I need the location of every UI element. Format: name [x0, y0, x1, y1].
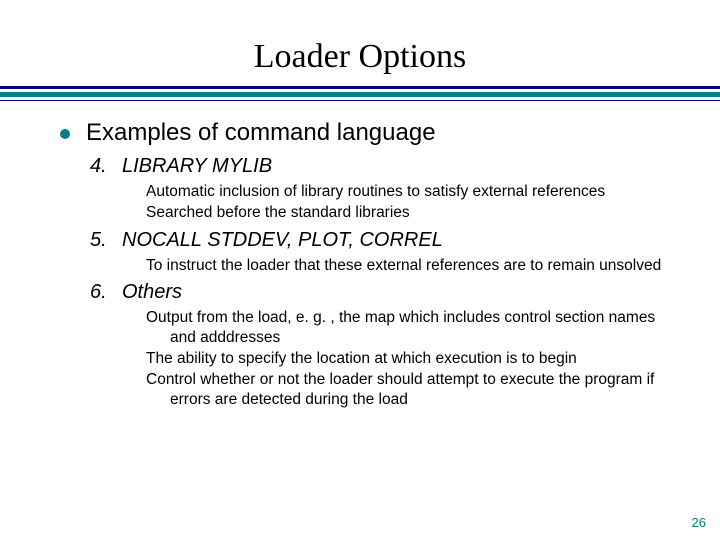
list-item-number: 4. — [90, 155, 112, 178]
list-item-number: 5. — [90, 229, 112, 252]
list-item-heading: 6. Others — [90, 281, 680, 304]
slide-body: Examples of command language 4. LIBRARY … — [0, 101, 720, 409]
divider-line — [0, 92, 720, 97]
bullet-item: Examples of command language — [60, 119, 680, 147]
title-divider — [0, 86, 720, 101]
detail-line: Output from the load, e. g. , the map wh… — [146, 308, 680, 347]
list-item: 6. Others Output from the load, e. g. , … — [90, 281, 680, 409]
bullet-icon — [60, 129, 70, 139]
list-item-detail: Automatic inclusion of library routines … — [146, 182, 680, 223]
list-item-title: Others — [122, 281, 182, 304]
list-item-title: NOCALL STDDEV, PLOT, CORREL — [122, 229, 443, 252]
slide: Loader Options Examples of command langu… — [0, 0, 720, 540]
page-number: 26 — [692, 515, 706, 530]
detail-line: To instruct the loader that these extern… — [146, 256, 680, 275]
list-item-detail: To instruct the loader that these extern… — [146, 256, 680, 275]
list-item-detail: Output from the load, e. g. , the map wh… — [146, 308, 680, 409]
detail-line: Control whether or not the loader should… — [146, 370, 680, 409]
numbered-list: 4. LIBRARY MYLIB Automatic inclusion of … — [90, 155, 680, 409]
list-item: 4. LIBRARY MYLIB Automatic inclusion of … — [90, 155, 680, 223]
bullet-text: Examples of command language — [86, 119, 436, 147]
detail-line: The ability to specify the location at w… — [146, 349, 680, 368]
list-item-heading: 5. NOCALL STDDEV, PLOT, CORREL — [90, 229, 680, 252]
list-item: 5. NOCALL STDDEV, PLOT, CORREL To instru… — [90, 229, 680, 275]
list-item-heading: 4. LIBRARY MYLIB — [90, 155, 680, 178]
divider-line — [0, 86, 720, 89]
slide-title: Loader Options — [0, 0, 720, 86]
detail-line: Automatic inclusion of library routines … — [146, 182, 680, 201]
detail-line: Searched before the standard libraries — [146, 203, 680, 222]
list-item-title: LIBRARY MYLIB — [122, 155, 272, 178]
list-item-number: 6. — [90, 281, 112, 304]
